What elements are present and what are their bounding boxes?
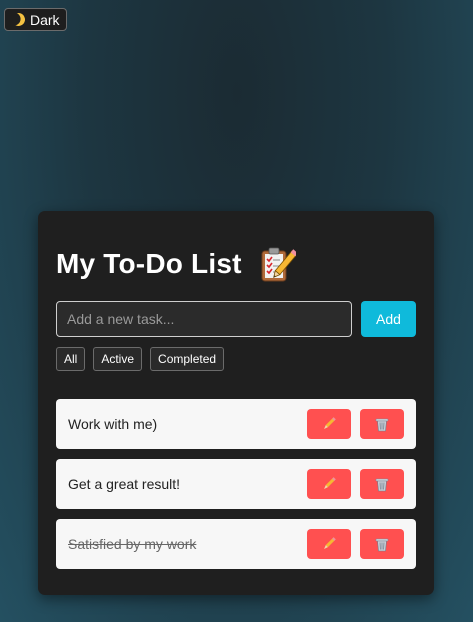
- filter-active-button[interactable]: Active: [93, 347, 143, 371]
- task-text: Work with me): [68, 416, 158, 432]
- task-item[interactable]: Work with me): [56, 399, 416, 449]
- filter-completed-button[interactable]: Completed: [150, 347, 225, 371]
- task-item[interactable]: Get a great result!: [56, 459, 416, 509]
- edit-task-button[interactable]: [307, 529, 351, 559]
- pencil-icon: [324, 537, 336, 549]
- task-item-completed[interactable]: Satisfied by my work: [56, 519, 416, 569]
- todo-card: My To-Do List Add All Active Completed: [38, 211, 434, 595]
- pencil-icon: [324, 477, 336, 489]
- delete-task-button[interactable]: [360, 469, 404, 499]
- task-text: Get a great result!: [68, 476, 181, 492]
- title-row: My To-Do List: [56, 242, 416, 286]
- filter-all-button[interactable]: All: [56, 347, 86, 371]
- theme-toggle-label: Dark: [30, 11, 60, 28]
- moon-icon: [10, 11, 27, 28]
- edit-task-button[interactable]: [307, 409, 351, 439]
- delete-task-button[interactable]: [360, 409, 404, 439]
- trash-icon: [375, 478, 389, 492]
- new-task-row: Add: [56, 301, 416, 337]
- task-actions: [307, 469, 404, 499]
- trash-icon: [375, 538, 389, 552]
- clipboard-checklist-icon: [261, 247, 296, 282]
- pencil-icon: [324, 417, 336, 429]
- task-text: Satisfied by my work: [68, 536, 197, 552]
- page-title: My To-Do List: [56, 248, 242, 279]
- new-task-input[interactable]: [56, 301, 352, 337]
- task-actions: [307, 529, 404, 559]
- edit-task-button[interactable]: [307, 469, 351, 499]
- task-actions: [307, 409, 404, 439]
- delete-task-button[interactable]: [360, 529, 404, 559]
- filter-bar: All Active Completed: [56, 347, 416, 371]
- task-list: Work with me) Get a great result! Satisf…: [56, 399, 416, 569]
- add-task-button[interactable]: Add: [361, 301, 416, 337]
- theme-toggle-button[interactable]: Dark: [4, 8, 67, 31]
- trash-icon: [375, 418, 389, 432]
